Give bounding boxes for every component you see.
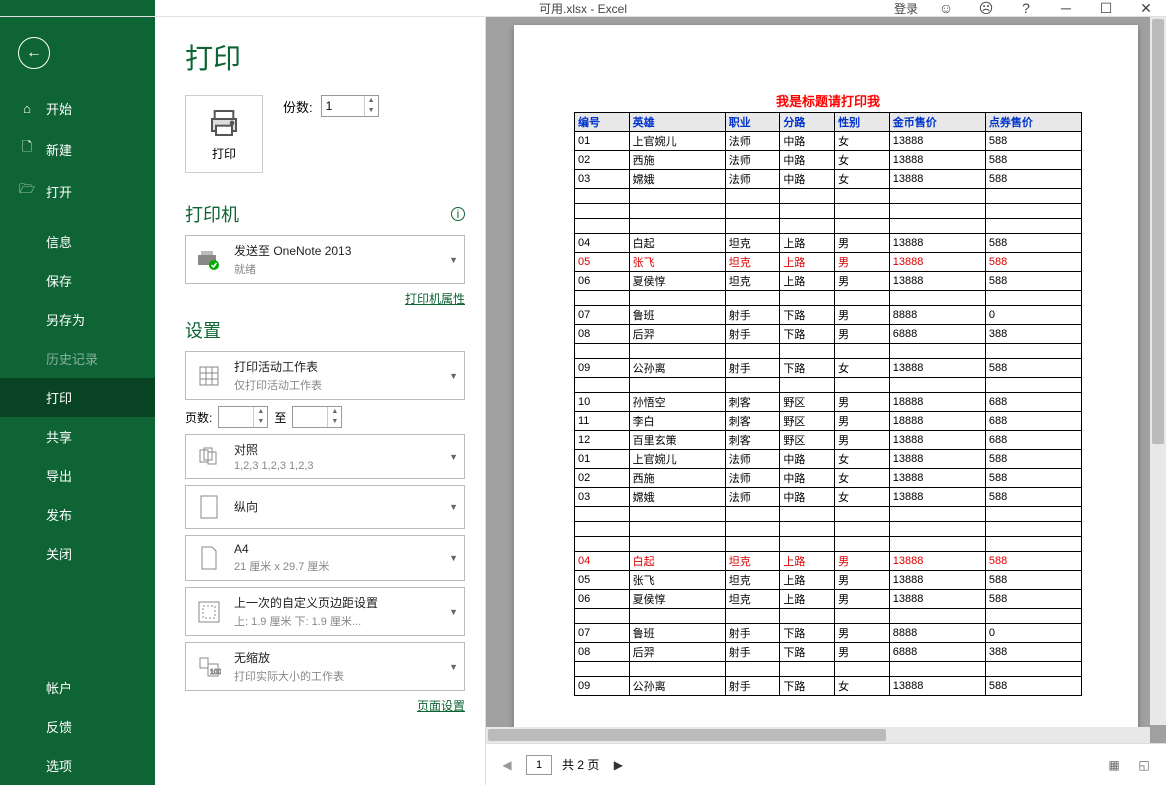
preview-sheet: 我是标题请打印我 编号英雄职业分路性别金币售价点券售价01上官婉儿法师中路女13… [514,25,1138,735]
pages-label: 页数: [185,409,212,426]
sidebar-item-feedback[interactable]: 反馈 [0,707,155,746]
help-icon[interactable]: ? [1006,0,1046,16]
total-pages-label: 共 2 页 [562,756,599,773]
login-button[interactable]: 登录 [886,0,926,16]
print-settings-panel: 打印 打印 份数: ▲▼ 打印机 i [155,17,485,785]
sidebar-item-close[interactable]: 关闭 [0,534,155,573]
prev-page-button[interactable]: ◀ [498,756,516,774]
folder-open-icon: 🗁 [18,180,36,202]
page-icon [194,543,224,573]
printer-selector[interactable]: 发送至 OneNote 2013 就绪 ▼ [185,235,465,284]
sidebar-item-account[interactable]: 帐户 [0,668,155,707]
sidebar-item-share[interactable]: 共享 [0,417,155,456]
printer-properties-link[interactable]: 打印机属性 [405,292,465,306]
setting-scaling[interactable]: 100 无缩放打印实际大小的工作表 ▼ [185,642,465,691]
pages-to-input[interactable]: ▲▼ [292,406,342,428]
close-button[interactable]: ✕ [1126,0,1166,16]
printer-icon [208,107,240,139]
copies-label: 份数: [283,97,313,116]
sidebar-item-new[interactable]: 🗋新建 [0,128,155,170]
title-bar-accent [0,0,155,16]
preview-table: 编号英雄职业分路性别金币售价点券售价01上官婉儿法师中路女1388858802西… [574,112,1082,696]
home-icon: ⌂ [18,101,36,116]
horizontal-scrollbar[interactable] [486,727,1150,743]
vertical-scrollbar[interactable] [1150,17,1166,725]
worksheet-icon [194,361,224,391]
copies-up[interactable]: ▲ [365,96,378,106]
show-margins-button[interactable]: ▦ [1104,755,1124,775]
smile-icon[interactable]: ☺ [926,0,966,16]
sidebar-item-info[interactable]: 信息 [0,222,155,261]
settings-section-title: 设置 [185,317,465,343]
setting-print-area[interactable]: 打印活动工作表仅打印活动工作表 ▼ [185,351,465,400]
frown-icon[interactable]: ☹ [966,0,1006,16]
current-page-input[interactable] [526,755,552,775]
portrait-icon [194,492,224,522]
page-setup-link[interactable]: 页面设置 [417,699,465,713]
window-title: 可用.xlsx - Excel [539,0,627,17]
title-bar: 可用.xlsx - Excel 登录 ☺ ☹ ? ─ ☐ ✕ [0,0,1166,17]
page-title: 打印 [185,37,465,77]
info-icon[interactable]: i [451,207,465,221]
svg-text:100: 100 [210,669,221,676]
setting-collation[interactable]: 对照1,2,3 1,2,3 1,2,3 ▼ [185,434,465,479]
sidebar-item-home[interactable]: ⌂开始 [0,89,155,128]
pages-from-input[interactable]: ▲▼ [218,406,268,428]
back-button[interactable]: ← [18,37,50,69]
print-button[interactable]: 打印 [185,95,263,173]
sidebar: ← ⌂开始 🗋新建 🗁打开 信息 保存 另存为 历史记录 打印 共享 导出 发布… [0,17,155,785]
preview-footer: ◀ 共 2 页 ▶ ▦ ◱ [486,743,1166,785]
sidebar-item-save[interactable]: 保存 [0,261,155,300]
copies-down[interactable]: ▼ [365,106,378,116]
sidebar-item-export[interactable]: 导出 [0,456,155,495]
setting-orientation[interactable]: 纵向 ▼ [185,485,465,529]
next-page-button[interactable]: ▶ [609,756,627,774]
print-preview: 我是标题请打印我 编号英雄职业分路性别金币售价点券售价01上官婉儿法师中路女13… [485,17,1166,785]
sidebar-item-saveas[interactable]: 另存为 [0,300,155,339]
chevron-down-icon: ▼ [449,255,458,265]
sheet-title: 我是标题请打印我 [574,91,1082,110]
setting-paper-size[interactable]: A421 厘米 x 29.7 厘米 ▼ [185,535,465,581]
file-icon: 🗋 [18,138,36,160]
sidebar-item-options[interactable]: 选项 [0,746,155,785]
printer-ready-icon [194,245,224,275]
margins-icon [194,597,224,627]
sidebar-item-publish[interactable]: 发布 [0,495,155,534]
minimize-button[interactable]: ─ [1046,0,1086,16]
printer-section-title: 打印机 i [185,201,465,227]
scale-icon: 100 [194,652,224,682]
copies-input[interactable]: ▲▼ [321,95,379,117]
sidebar-item-print[interactable]: 打印 [0,378,155,417]
maximize-button[interactable]: ☐ [1086,0,1126,16]
sidebar-item-open[interactable]: 🗁打开 [0,170,155,212]
zoom-to-page-button[interactable]: ◱ [1134,755,1154,775]
collate-icon [194,442,224,472]
sidebar-item-history: 历史记录 [0,339,155,378]
setting-margins[interactable]: 上一次的自定义页边距设置上: 1.9 厘米 下: 1.9 厘米... ▼ [185,587,465,636]
